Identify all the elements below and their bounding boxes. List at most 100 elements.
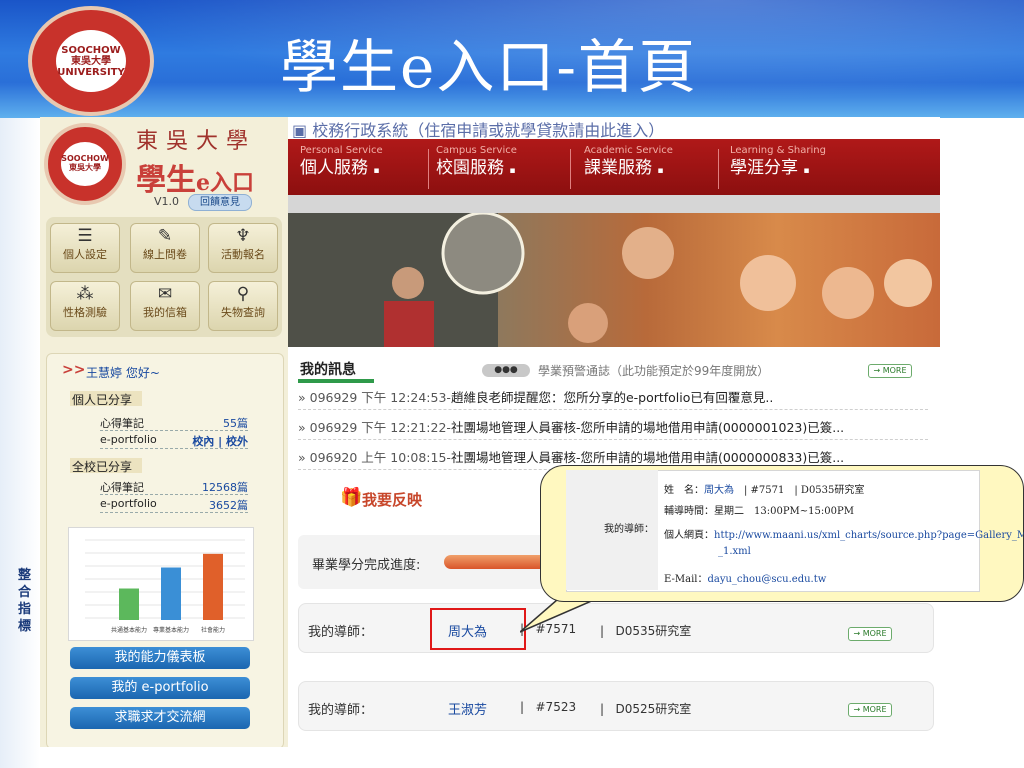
greeting-arrow-icon: >>	[62, 362, 86, 378]
photo-person-shape	[568, 303, 608, 343]
callout-email[interactable]: dayu_chou@scu.edu.tw	[707, 574, 826, 585]
window-icon: ▣	[292, 121, 308, 140]
trophy-icon: ♆	[235, 226, 251, 246]
advisor-highlight-box	[430, 608, 526, 650]
message-row[interactable]: » 096929 下午 12:24:53-趙維良老師提醒您：您所分享的e-por…	[298, 387, 928, 410]
callout-email-label: E-Mail：	[664, 574, 708, 585]
magnifier-icon: ⚲	[236, 284, 250, 304]
dropdown-icon: ▪	[373, 166, 380, 176]
feedback-button[interactable]: 回饋意見	[188, 194, 252, 211]
report-feedback-link[interactable]: 我要反映	[362, 489, 422, 510]
ability-chart[interactable]: 共通基本能力 專業基本能力 社會能力	[68, 527, 254, 641]
tool-label: 活動報名	[221, 248, 265, 261]
job-exchange-button[interactable]: 求職求才交流網	[70, 707, 250, 729]
callout-email-row: E-Mail：dayu_chou@scu.edu.tw	[664, 570, 826, 585]
tool-label: 性格測驗	[63, 306, 107, 319]
chart-bar	[203, 553, 223, 620]
callout-web-label: 個人網頁：	[664, 530, 714, 541]
messages-more-button[interactable]: → MORE	[868, 364, 912, 378]
nav-zh-text: 課業服務	[584, 158, 652, 178]
nav-zh-label: 個人服務 ▪	[300, 157, 383, 182]
main-nav: Personal Service 個人服務 ▪ Campus Service 校園服…	[288, 139, 940, 195]
personal-notes-count[interactable]: 55篇	[223, 415, 248, 431]
gift-icon: 🎁	[340, 487, 363, 508]
dropdown-icon: ▪	[509, 166, 516, 176]
callout-hours-label: 輔導時間：	[664, 506, 714, 517]
ability-chart-svg: 共通基本能力 專業基本能力 社會能力	[85, 539, 245, 634]
pen-icon: ✎	[157, 226, 173, 246]
advisor-room-text: D0525研究室	[615, 702, 692, 716]
mail-icon: ✉	[157, 284, 173, 304]
ability-dashboard-button[interactable]: 我的能力儀表板	[70, 647, 250, 669]
tool-grid: ☰ 個人設定 ✎ 線上問卷 ♆ 活動報名 ⁂ 性格測驗 ✉ 我的信箱 ⚲ 失物查詢	[46, 217, 282, 337]
admin-system-link-text: 校務行政系統（住宿申請或就學貸款請由此進入）	[312, 121, 665, 140]
nav-en-label: Campus Service	[436, 145, 517, 156]
nav-en-label: Academic Service	[584, 145, 673, 156]
seal-inner: SOOCHOW 東吳大學 UNIVERSITY	[56, 30, 126, 92]
advisor-name-link[interactable]: 王淑芳	[448, 699, 487, 718]
callout-web-url[interactable]: http://www.maani.us/xml_charts/source.ph…	[714, 530, 1024, 541]
tool-personality-test[interactable]: ⁂ 性格測驗	[50, 281, 120, 331]
dropdown-icon: ▪	[657, 166, 664, 176]
nav-zh-label: 學涯分享 ▪	[730, 157, 826, 182]
eportfolio-inside-outside-links[interactable]: 校內 | 校外	[192, 433, 248, 449]
nav-academic-service[interactable]: Academic Service 課業服務 ▪	[584, 145, 673, 182]
school-eportfolio-count[interactable]: 3652篇	[209, 497, 248, 513]
messages-title: 我的訊息	[300, 362, 356, 378]
university-seal-logo: SOOCHOW 東吳大學 UNIVERSITY	[28, 6, 154, 116]
nav-personal-service[interactable]: Personal Service 個人服務 ▪	[300, 145, 383, 182]
nav-divider	[570, 149, 571, 189]
callout-name: 周大為	[704, 485, 734, 496]
my-eportfolio-button[interactable]: 我的 e-portfolio	[70, 677, 250, 699]
people-icon: ⁂	[76, 284, 94, 304]
academic-warning-tag: ●●●	[482, 364, 530, 377]
banner-photo-svg	[288, 213, 932, 347]
tool-label: 我的信箱	[143, 306, 187, 319]
tool-personal-settings[interactable]: ☰ 個人設定	[50, 223, 120, 273]
callout-name-row: 姓 名：周大為 | #7571 | D0535研究室	[664, 481, 864, 496]
personal-eportfolio-row: e-portfolio 校內 | 校外	[100, 433, 248, 449]
chart-bar	[119, 588, 139, 620]
message-date: » 096929 下午 12:21:22-	[298, 420, 451, 435]
dropdown-icon: ▪	[803, 166, 810, 176]
campus-banner-photo	[288, 213, 940, 347]
photo-person-shape	[384, 301, 434, 347]
chart-bar	[161, 567, 181, 620]
personal-eportfolio-label: e-portfolio	[100, 433, 157, 446]
graduation-progress-label: 畢業學分完成進度:	[312, 558, 421, 573]
personal-notes-row: 心得筆記 55篇	[100, 415, 248, 431]
message-row[interactable]: » 096929 下午 12:21:22-社團場地管理人員審核-您所申請的場地借…	[298, 417, 928, 440]
books-icon: ☰	[77, 226, 93, 246]
advisor-label: 我的導師：	[308, 625, 374, 640]
portal-name-suffix: e入口	[196, 170, 254, 196]
message-text: 趙維良老師提醒您：您所分享的e-portfolio已有回覆意見..	[450, 390, 774, 405]
academic-warning-text: 學業預警通誌（此功能預定於99年度開放）	[538, 364, 770, 378]
nav-zh-label: 校園服務 ▪	[436, 157, 517, 182]
photo-person-shape	[884, 259, 932, 307]
school-share-heading: 全校已分享	[70, 458, 142, 474]
school-notes-count[interactable]: 12568篇	[202, 479, 248, 495]
chart-bar-label: 社會能力	[201, 626, 225, 634]
photo-person-shape	[622, 227, 674, 279]
advisor-more-button[interactable]: → MORE	[848, 627, 892, 641]
admin-system-link[interactable]: ▣ 校務行政系統（住宿申請或就學貸款請由此進入）	[292, 117, 664, 141]
tool-my-mailbox[interactable]: ✉ 我的信箱	[130, 281, 200, 331]
portal-window: SOOCHOW 東吳大學 東吳大學 學生e入口 V1.0 回饋意見 ☰ 個人設定 ✎…	[40, 117, 940, 747]
callout-web-url-cont[interactable]: _1.xml	[718, 546, 751, 557]
callout-name-label: 姓 名：	[664, 485, 704, 496]
advisor-ext: | #7523	[520, 700, 577, 714]
portal-name: 學生e入口	[136, 155, 254, 199]
nav-learning-sharing[interactable]: Learning & Sharing 學涯分享 ▪	[730, 145, 826, 182]
advisor-more-button[interactable]: → MORE	[848, 703, 892, 717]
callout-web-row-cont: _1.xml	[718, 546, 751, 557]
tool-activity-signup[interactable]: ♆ 活動報名	[208, 223, 278, 273]
nav-divider	[718, 149, 719, 189]
nav-substrip	[288, 195, 940, 213]
tool-lost-found[interactable]: ⚲ 失物查詢	[208, 281, 278, 331]
nav-campus-service[interactable]: Campus Service 校園服務 ▪	[436, 145, 517, 182]
tool-label: 個人設定	[63, 248, 107, 261]
integration-indicator-label: 整合指標	[18, 568, 32, 634]
photo-person-shape	[822, 267, 874, 319]
tool-online-survey[interactable]: ✎ 線上問卷	[130, 223, 200, 273]
greeting: 王慧婷 您好~	[86, 366, 160, 380]
